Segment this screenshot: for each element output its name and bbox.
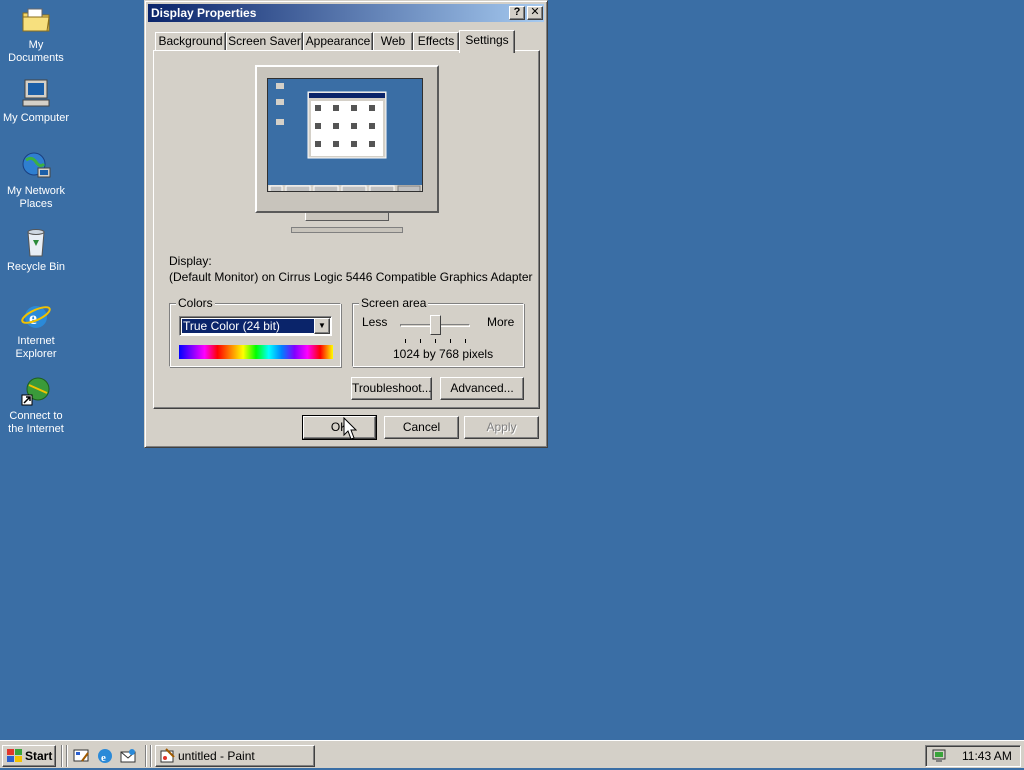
dropdown-arrow-icon[interactable]: ▼	[314, 318, 330, 334]
desktop-icon-label: Recycle Bin	[6, 261, 66, 273]
taskbar-separator	[61, 745, 63, 767]
monitor-preview	[255, 65, 439, 233]
more-label: More	[487, 315, 515, 329]
display-settings-tray-icon[interactable]	[931, 748, 947, 770]
clock[interactable]: 11:43 AM	[962, 746, 1012, 766]
start-button[interactable]: Start	[2, 745, 56, 767]
tab-settings[interactable]: Settings	[459, 30, 515, 53]
desktop-icon-label: Connect to the Internet	[8, 410, 64, 435]
desktop-icon-label: My Computer	[2, 112, 70, 124]
tab-web[interactable]: Web	[373, 32, 413, 51]
desktop-icon-label: My Network Places	[6, 185, 66, 210]
desktop-icon-connect-to-the-internet[interactable]: Connect to the Internet	[0, 375, 72, 436]
dialog-title: Display Properties	[151, 6, 257, 20]
connect-internet-icon	[20, 375, 52, 407]
folder-documents-icon	[20, 4, 52, 36]
monitor-neck	[305, 213, 389, 221]
colors-selected-value: True Color (24 bit)	[182, 319, 315, 333]
svg-text:e: e	[101, 752, 106, 764]
help-button[interactable]: ?	[509, 6, 525, 20]
paint-icon	[160, 748, 176, 770]
cancel-button[interactable]: Cancel	[384, 416, 459, 439]
slider-tick	[450, 339, 451, 343]
troubleshoot-button[interactable]: Troubleshoot...	[351, 377, 432, 400]
help-icon: ?	[513, 6, 521, 18]
title-bar[interactable]: Display Properties ? ✕	[148, 4, 544, 22]
screen-area-legend: Screen area	[359, 296, 429, 310]
display-adapter-text: (Default Monitor) on Cirrus Logic 5446 C…	[169, 270, 533, 284]
slider-tick	[420, 339, 421, 343]
colors-dropdown[interactable]: True Color (24 bit) ▼	[179, 316, 332, 336]
slider-tick	[435, 339, 436, 343]
desktop-icon-my-documents[interactable]: My Documents	[0, 4, 72, 65]
computer-icon	[20, 77, 52, 109]
close-button[interactable]: ✕	[527, 6, 543, 20]
desktop-icon-recycle-bin[interactable]: Recycle Bin	[0, 226, 72, 274]
close-icon: ✕	[530, 6, 540, 18]
monitor-base	[291, 227, 403, 233]
display-properties-dialog: Display Properties ? ✕ Background Screen…	[144, 0, 548, 448]
taskbar-separator	[150, 745, 152, 767]
desktop-icon-internet-explorer[interactable]: e Internet Explorer	[0, 300, 72, 361]
monitor-screen	[267, 78, 423, 192]
show-desktop-icon[interactable]	[72, 747, 90, 765]
taskbar-item-label: untitled - Paint	[178, 749, 255, 763]
windows-logo-icon	[7, 749, 23, 769]
taskbar-separator	[145, 745, 147, 767]
apply-button[interactable]: Apply	[464, 416, 539, 439]
ok-button[interactable]: OK	[302, 415, 377, 440]
network-places-icon	[20, 150, 52, 182]
desktop-icon-label: Internet Explorer	[15, 335, 57, 360]
resolution-text: 1024 by 768 pixels	[393, 347, 494, 361]
screen-area-group: Screen area Less More 1024 by 768 pixels	[352, 296, 524, 367]
taskbar-separator	[66, 745, 68, 767]
tab-effects[interactable]: Effects	[413, 32, 459, 51]
advanced-button[interactable]: Advanced...	[440, 377, 524, 400]
system-tray: 11:43 AM	[925, 745, 1021, 767]
colors-group: Colors True Color (24 bit) ▼	[169, 296, 341, 367]
internet-explorer-icon: e	[20, 300, 52, 332]
preview-desktop-image	[268, 79, 422, 191]
taskbar-item-paint[interactable]: untitled - Paint	[155, 745, 315, 767]
outlook-express-icon[interactable]	[119, 747, 137, 765]
display-label: Display:	[169, 254, 212, 268]
less-label: Less	[362, 315, 388, 329]
desktop-icon-my-network-places[interactable]: My Network Places	[0, 150, 72, 211]
tab-appearance[interactable]: Appearance	[303, 32, 373, 51]
desktop-icon-label: My Documents	[8, 39, 64, 64]
tab-background[interactable]: Background	[155, 32, 226, 51]
internet-explorer-icon[interactable]: e	[96, 747, 114, 765]
tab-screen-saver[interactable]: Screen Saver	[226, 32, 303, 51]
slider-tick	[465, 339, 466, 343]
desktop-icon-my-computer[interactable]: My Computer	[0, 77, 72, 125]
mouse-pointer-icon	[343, 416, 358, 441]
recycle-bin-icon	[20, 226, 52, 258]
taskbar: Start e untitled - Paint 11:43 AM	[0, 740, 1024, 768]
slider-tick	[405, 339, 406, 343]
color-spectrum-bar	[179, 345, 333, 359]
colors-legend: Colors	[176, 296, 215, 310]
slider-thumb[interactable]	[429, 315, 441, 335]
settings-panel: Display: (Default Monitor) on Cirrus Log…	[153, 50, 540, 409]
start-label: Start	[25, 749, 53, 763]
